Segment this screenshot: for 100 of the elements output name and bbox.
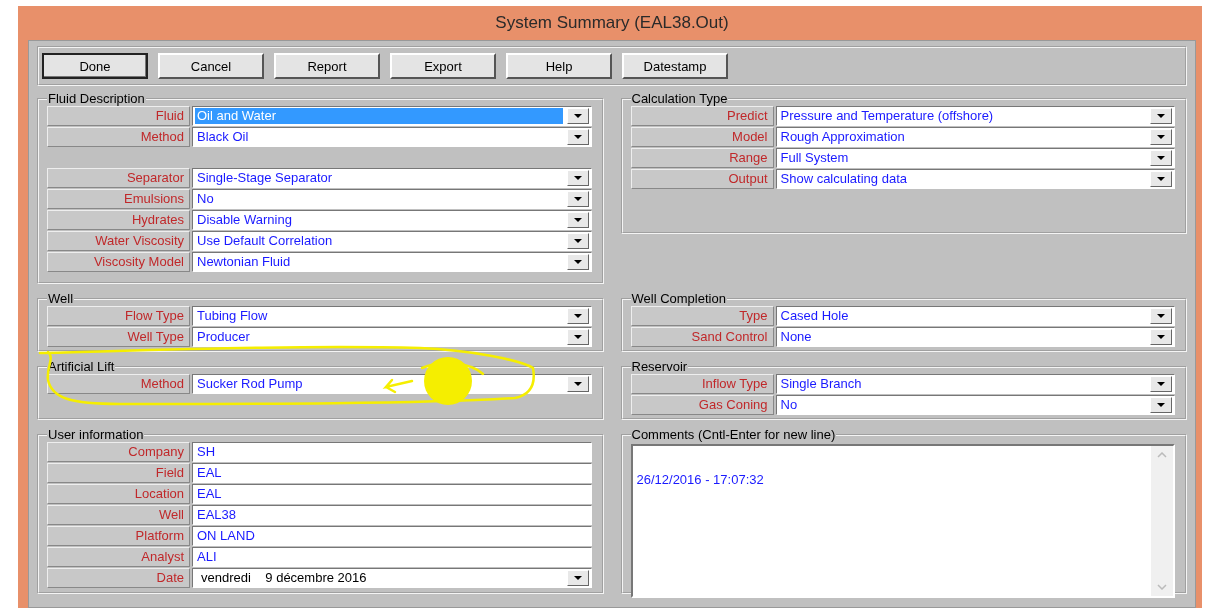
dropdown-button[interactable] — [1150, 171, 1172, 187]
dropdown-field[interactable]: Tubing Flow — [192, 306, 592, 326]
toolbar-button[interactable]: Export — [390, 53, 496, 79]
field-label: Method — [47, 374, 190, 394]
input-field[interactable]: ALI — [192, 547, 592, 567]
dropdown-field[interactable]: Producer — [192, 327, 592, 347]
dropdown-button[interactable] — [566, 108, 589, 124]
dropdown-button[interactable] — [1150, 376, 1172, 392]
dropdown-field[interactable]: Show calculating data — [775, 169, 1175, 189]
dropdown-arrow-icon — [573, 576, 582, 580]
dropdown-arrow-icon — [573, 218, 582, 222]
group-title: Well — [47, 292, 75, 305]
field-label: Flow Type — [47, 306, 190, 326]
dropdown-arrow-icon — [1157, 335, 1165, 339]
field-label: Output — [630, 169, 774, 189]
field-label: Well — [47, 505, 190, 525]
dropdown-arrow-icon — [1157, 177, 1165, 181]
dropdown-arrow-icon — [1157, 382, 1165, 386]
field-label: Location — [47, 484, 190, 504]
input-field[interactable]: EAL38 — [192, 505, 592, 525]
field-label: Fluid — [47, 106, 190, 126]
dropdown-arrow-icon — [1157, 135, 1165, 139]
field-label: Well Type — [47, 327, 190, 347]
dropdown-button[interactable] — [566, 212, 589, 228]
dropdown-field[interactable]: Single-Stage Separator — [192, 168, 592, 188]
dropdown-button[interactable] — [566, 191, 589, 207]
dropdown-field[interactable]: Pressure and Temperature (offshore) — [775, 106, 1175, 126]
dropdown-field[interactable]: vendredi 9 décembre 2016 — [192, 568, 592, 588]
field-label: Water Viscosity — [47, 231, 190, 251]
field-label: Company — [47, 442, 190, 462]
dropdown-button[interactable] — [1150, 308, 1172, 324]
dropdown-field[interactable]: Use Default Correlation — [192, 231, 592, 251]
group-title: Calculation Type — [630, 92, 729, 105]
comments-field[interactable]: 26/12/2016 - 17:07:32 — [630, 444, 1175, 598]
dropdown-arrow-icon — [573, 382, 582, 386]
dropdown-field[interactable]: Black Oil — [192, 127, 592, 147]
field-label: Range — [630, 148, 774, 168]
field-label: Platform — [47, 526, 190, 546]
dropdown-button[interactable] — [566, 570, 589, 586]
dropdown-field[interactable]: Cased Hole — [775, 306, 1175, 326]
dropdown-button[interactable] — [566, 233, 589, 249]
dropdown-button[interactable] — [1150, 108, 1172, 124]
field-label: Field — [47, 463, 190, 483]
field-label: Sand Control — [630, 327, 774, 347]
dropdown-button[interactable] — [1150, 397, 1172, 413]
dropdown-button[interactable] — [566, 254, 589, 270]
dropdown-arrow-icon — [1157, 156, 1165, 160]
dropdown-button[interactable] — [1150, 129, 1172, 145]
field-label: Inflow Type — [630, 374, 774, 394]
dropdown-field[interactable]: Rough Approximation — [775, 127, 1175, 147]
dropdown-field[interactable]: None — [775, 327, 1175, 347]
field-label: Type — [630, 306, 774, 326]
group-title: Reservoir — [630, 360, 689, 373]
toolbar-button[interactable]: Datestamp — [622, 53, 728, 79]
toolbar-button[interactable]: Done — [42, 53, 148, 79]
field-label: Method — [47, 127, 190, 147]
dropdown-arrow-icon — [573, 260, 582, 264]
field-label: Separator — [47, 168, 190, 188]
field-label: Model — [630, 127, 774, 147]
dropdown-button[interactable] — [1150, 150, 1172, 166]
dropdown-button[interactable] — [566, 329, 589, 345]
toolbar-button[interactable]: Cancel — [158, 53, 264, 79]
input-field[interactable]: SH — [192, 442, 592, 462]
dropdown-field[interactable]: Newtonian Fluid — [192, 252, 592, 272]
dropdown-arrow-icon — [573, 197, 582, 201]
field-label: Viscosity Model — [47, 252, 190, 272]
group-title: Comments (Cntl-Enter for new line) — [630, 428, 837, 441]
input-field[interactable]: EAL — [192, 484, 592, 504]
dropdown-arrow-icon — [1157, 403, 1165, 407]
dropdown-button[interactable] — [566, 170, 589, 186]
dropdown-arrow-icon — [573, 176, 582, 180]
dropdown-button[interactable] — [566, 129, 589, 145]
dropdown-field[interactable]: No — [775, 395, 1175, 415]
toolbar-button[interactable]: Help — [506, 53, 612, 79]
group-title: Well Completion — [630, 292, 727, 305]
dropdown-arrow-icon — [1157, 314, 1165, 318]
dropdown-field[interactable]: Disable Warning — [192, 210, 592, 230]
dropdown-arrow-icon — [573, 114, 582, 118]
dropdown-button[interactable] — [566, 376, 589, 392]
dropdown-arrow-icon — [573, 335, 582, 339]
group-title: User information — [47, 428, 145, 441]
dropdown-button[interactable] — [566, 308, 589, 324]
field-label: Predict — [630, 106, 774, 126]
dropdown-arrow-icon — [573, 135, 582, 139]
toolbar-button[interactable]: Report — [274, 53, 380, 79]
dropdown-field[interactable]: Single Branch — [775, 374, 1175, 394]
field-label: Gas Coning — [630, 395, 774, 415]
dropdown-button[interactable] — [1150, 329, 1172, 345]
dropdown-field[interactable]: No — [192, 189, 592, 209]
dropdown-arrow-icon — [573, 239, 582, 243]
input-field[interactable]: EAL — [192, 463, 592, 483]
dropdown-field[interactable]: Full System — [775, 148, 1175, 168]
group-title: Fluid Description — [47, 92, 146, 105]
window-title: System Summary (EAL38.Out) — [494, 12, 730, 34]
input-field[interactable]: ON LAND — [192, 526, 592, 546]
field-label: Hydrates — [47, 210, 190, 230]
field-label: Date — [47, 568, 190, 588]
dropdown-arrow-icon — [573, 314, 582, 318]
field-label: Analyst — [47, 547, 190, 567]
field-label: Emulsions — [47, 189, 190, 209]
